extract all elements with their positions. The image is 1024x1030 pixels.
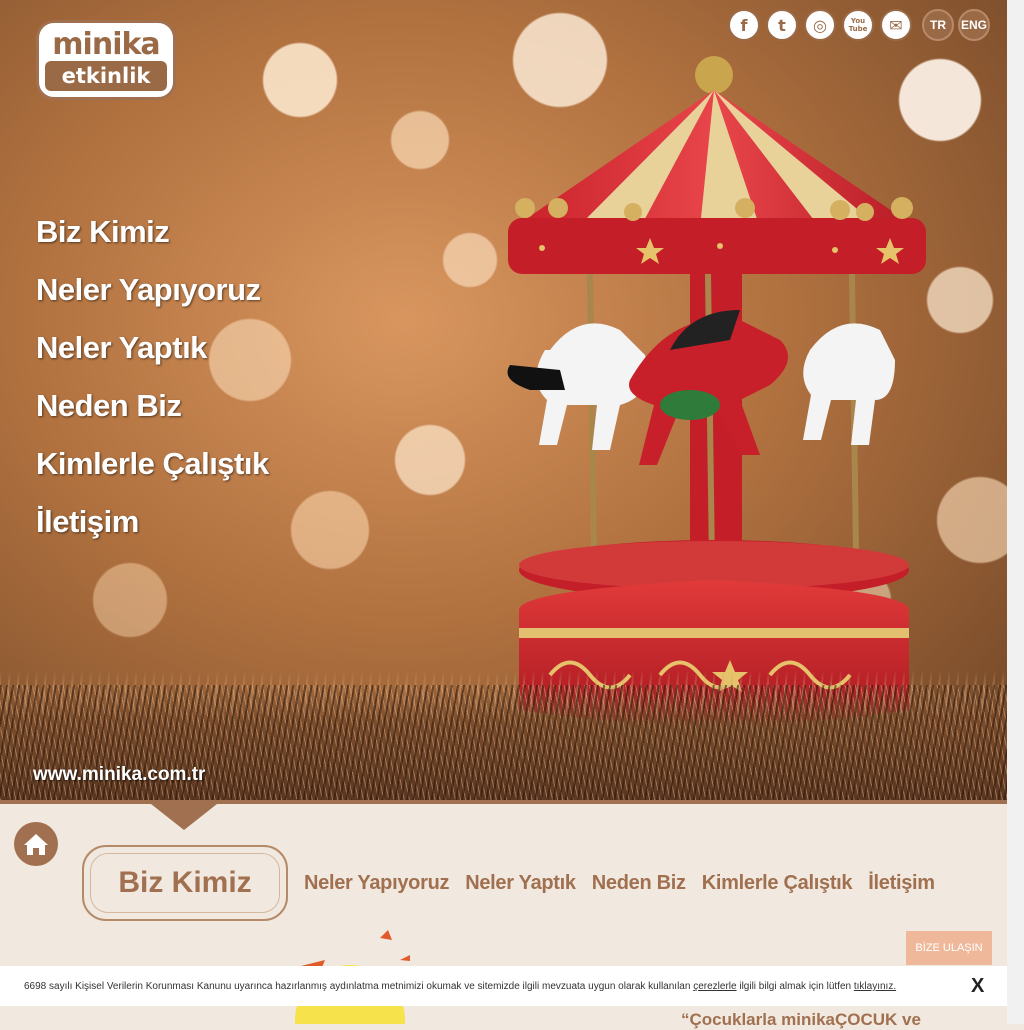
- hero-main-menu: Biz Kimiz Neler Yapıyoruz Neler Yaptık N…: [36, 210, 269, 558]
- youtube-icon[interactable]: You Tube: [842, 9, 874, 41]
- hero-menu-iletisim[interactable]: İletişim: [36, 500, 269, 558]
- subnav-neden-biz[interactable]: Neden Biz: [592, 872, 686, 895]
- cookie-link-cerezler[interactable]: çerezlerle: [693, 981, 736, 992]
- hero-menu-neler-yaptik[interactable]: Neler Yaptık: [36, 326, 269, 384]
- facebook-icon[interactable]: f: [728, 9, 760, 41]
- logo-text-bottom: etkinlik: [45, 61, 167, 91]
- subnav-kimlerle-calistik[interactable]: Kimlerle Çalıştık: [702, 872, 853, 895]
- cookie-text-part2: ilgili bilgi almak için lütfen: [736, 981, 854, 992]
- cookie-link-tiklayiniz[interactable]: tıklayınız.: [854, 981, 896, 992]
- language-switcher: TR ENG: [922, 9, 990, 41]
- cookie-close-button[interactable]: X: [971, 975, 984, 998]
- hero-menu-kimlerle-calistik[interactable]: Kimlerle Çalıştık: [36, 442, 269, 500]
- lang-eng-button[interactable]: ENG: [958, 9, 990, 41]
- quote-text: “Çocuklarla minikaÇOCUK ve: [681, 1010, 921, 1029]
- subnav-active-label: Biz Kimiz: [118, 866, 252, 899]
- cookie-text-part1: 6698 sayılı Kişisel Verilerin Korunması …: [24, 981, 694, 992]
- logo-text-top: minika: [52, 27, 160, 62]
- secondary-nav: Biz Kimiz Neler Yapıyoruz Neler Yaptık N…: [82, 845, 935, 921]
- mail-icon[interactable]: ✉: [880, 9, 912, 41]
- social-links: f t ◎ You Tube ✉: [728, 9, 912, 41]
- section-notch: [151, 804, 217, 830]
- hero-menu-neler-yapiyoruz[interactable]: Neler Yapıyoruz: [36, 268, 269, 326]
- scrollbar[interactable]: [1007, 0, 1024, 1024]
- contact-us-button[interactable]: BİZE ULAŞIN: [906, 931, 992, 965]
- cookie-text: 6698 sayılı Kişisel Verilerin Korunması …: [24, 981, 896, 992]
- lang-tr-button[interactable]: TR: [922, 9, 954, 41]
- website-url: www.minika.com.tr: [33, 764, 206, 785]
- hero-menu-biz-kimiz[interactable]: Biz Kimiz: [36, 210, 269, 268]
- instagram-icon[interactable]: ◎: [804, 9, 836, 41]
- home-icon: [24, 834, 48, 855]
- carousel-music-box-image: [507, 56, 926, 725]
- hero-banner: minika etkinlik f t ◎ You Tube ✉ TR ENG …: [0, 0, 1007, 800]
- twitter-icon[interactable]: t: [766, 9, 798, 41]
- hero-menu-neden-biz[interactable]: Neden Biz: [36, 384, 269, 442]
- subnav-neler-yapiyoruz[interactable]: Neler Yapıyoruz: [304, 872, 450, 895]
- cookie-banner: 6698 sayılı Kişisel Verilerin Korunması …: [0, 966, 1007, 1006]
- subnav-neler-yaptik[interactable]: Neler Yaptık: [465, 872, 576, 895]
- home-button[interactable]: [14, 822, 58, 866]
- subnav-iletisim[interactable]: İletişim: [868, 872, 935, 895]
- minika-etkinlik-logo[interactable]: minika etkinlik: [36, 20, 176, 100]
- subnav-biz-kimiz-active[interactable]: Biz Kimiz: [82, 845, 288, 921]
